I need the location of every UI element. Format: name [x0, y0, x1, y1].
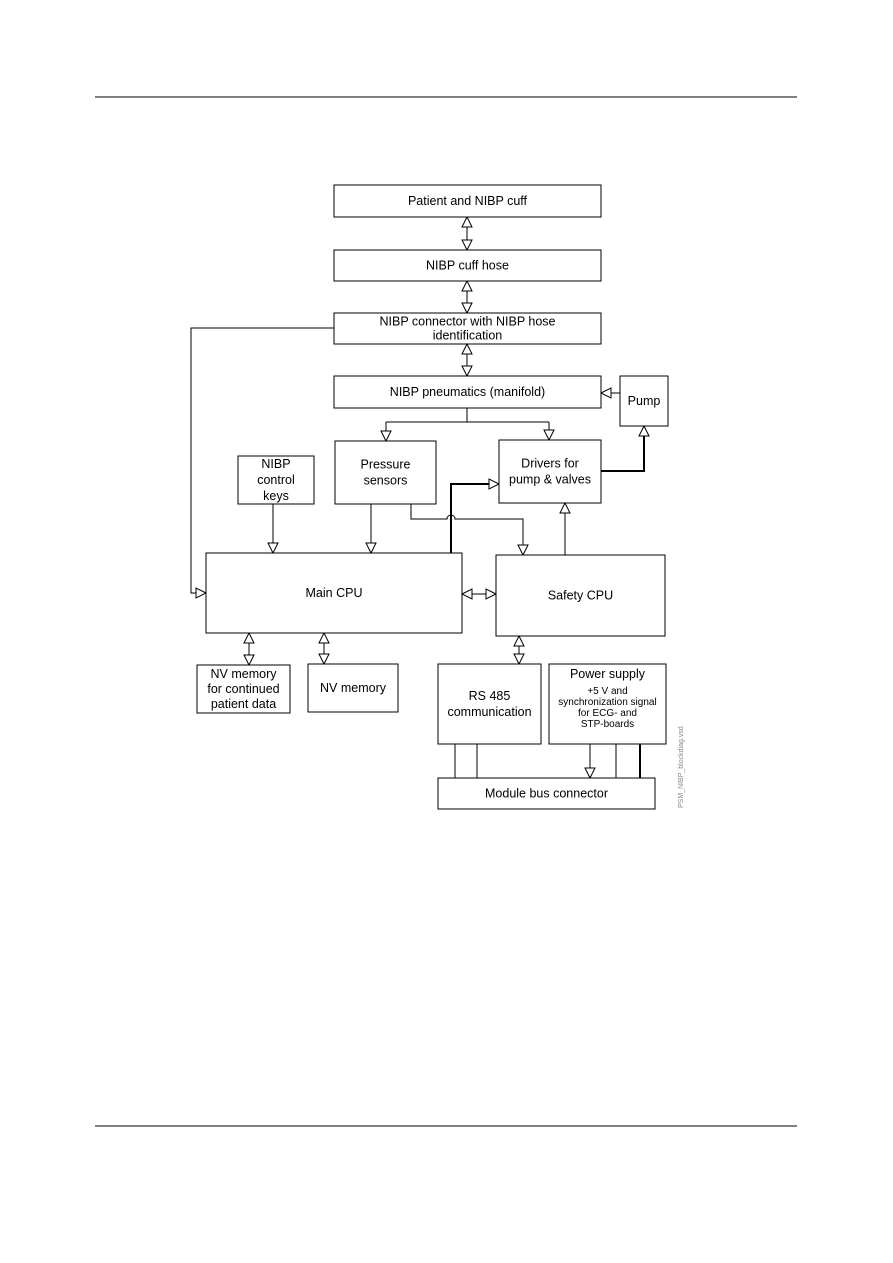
arrowhead-icon — [513, 653, 525, 666]
block-diagram: Patient and NIBP cuff NIBP cuff hose NIBP … — [95, 96, 797, 1127]
arrowhead-icon — [485, 588, 498, 600]
box-label: communication — [447, 705, 531, 719]
box-label: Pump — [628, 394, 661, 408]
box-label: control — [257, 473, 295, 487]
box-label: patient data — [211, 697, 276, 711]
box-label: STP-boards — [581, 719, 634, 730]
box-label: Pressure — [360, 458, 410, 472]
patient-box: Patient and NIBP cuff — [333, 184, 602, 218]
box-label: Power supply — [570, 667, 646, 681]
arrowhead-icon — [517, 544, 529, 557]
arrowhead-icon — [318, 653, 330, 666]
arrowhead-icon — [461, 239, 473, 252]
box-label: +5 V and — [587, 686, 627, 697]
arrowhead-icon — [318, 631, 330, 644]
arrowhead-icon — [559, 501, 571, 514]
nv-memory-box: NV memory — [307, 663, 399, 713]
arrowhead-icon — [461, 302, 473, 315]
power-supply-box: Power supply +5 V andsynchronization sign… — [548, 663, 667, 745]
box-label: NV memory — [211, 667, 278, 681]
box-label: NIBP pneumatics (manifold) — [390, 385, 545, 399]
box-label: Main CPU — [306, 586, 363, 600]
arrowhead-icon — [584, 767, 596, 780]
pneumatics-box: NIBP pneumatics (manifold) — [333, 375, 602, 409]
arrowhead-icon — [380, 430, 392, 443]
box-label: Patient and NIBP cuff — [408, 194, 528, 208]
arrowhead-icon — [267, 542, 279, 555]
arrowhead-icon — [488, 478, 501, 490]
nv-memory-patient-box: NV memoryfor continuedpatient data — [196, 664, 291, 714]
pump-box: Pump — [619, 375, 669, 427]
box-label: identification — [433, 329, 503, 343]
arrowhead-icon — [599, 387, 612, 399]
arrowhead-icon — [461, 342, 473, 355]
box-label: Drivers for — [521, 457, 579, 471]
connector-box: NIBP connector with NIBP hoseidentificat… — [333, 312, 602, 345]
main-cpu-box: Main CPU — [205, 552, 463, 634]
boxes: Patient and NIBP cuff NIBP cuff hose NIBP … — [196, 184, 669, 810]
rs485-rect — [437, 663, 542, 745]
connector-line — [410, 504, 524, 555]
box-label: pump & valves — [509, 473, 591, 487]
document-page: Patient and NIBP cuff NIBP cuff hose NIBP … — [0, 0, 893, 1263]
hose-box: NIBP cuff hose — [333, 249, 602, 282]
safety-cpu-box: Safety CPU — [495, 554, 666, 637]
arrowhead-icon — [243, 654, 255, 667]
drivers-rect — [498, 439, 602, 504]
pressure-sensors-rect — [334, 440, 437, 505]
box-label: Safety CPU — [548, 589, 613, 603]
module-bus-box: Module bus connector — [437, 777, 656, 810]
arrowhead-icon — [195, 587, 208, 599]
rs485-box: RS 485 communication — [437, 663, 542, 745]
box-label: sensors — [364, 474, 408, 488]
box-label: NIBP cuff hose — [426, 259, 509, 273]
box-label: RS 485 — [469, 689, 511, 703]
box-label: for ECG- and — [578, 708, 637, 719]
pressure-sensors-box: Pressure sensors — [334, 440, 437, 505]
connector-line — [601, 426, 645, 472]
file-label: PSM_NIBP_blockdiag.vsd — [678, 726, 685, 808]
arrowhead-icon — [365, 542, 377, 555]
arrowhead-icon — [461, 365, 473, 378]
arrowhead-icon — [461, 215, 473, 228]
box-label: keys — [263, 489, 289, 503]
box-label: Module bus connector — [485, 787, 608, 801]
arrowhead-icon — [543, 429, 555, 442]
drivers-box: Drivers for pump & valves — [498, 439, 602, 504]
box-label: synchronization signal — [558, 697, 656, 708]
arrowhead-icon — [513, 634, 525, 647]
box-label: NV memory — [320, 681, 387, 695]
box-label: NIBP connector with NIBP hose — [379, 315, 555, 329]
box-label: for continued — [207, 682, 279, 696]
control-keys-box: NIBP control keys — [237, 455, 315, 505]
arrowhead-icon — [638, 424, 650, 437]
arrowhead-icon — [243, 631, 255, 644]
arrowhead-icon — [461, 279, 473, 292]
box-label: NIBP — [261, 457, 290, 471]
arrowhead-icon — [460, 588, 473, 600]
